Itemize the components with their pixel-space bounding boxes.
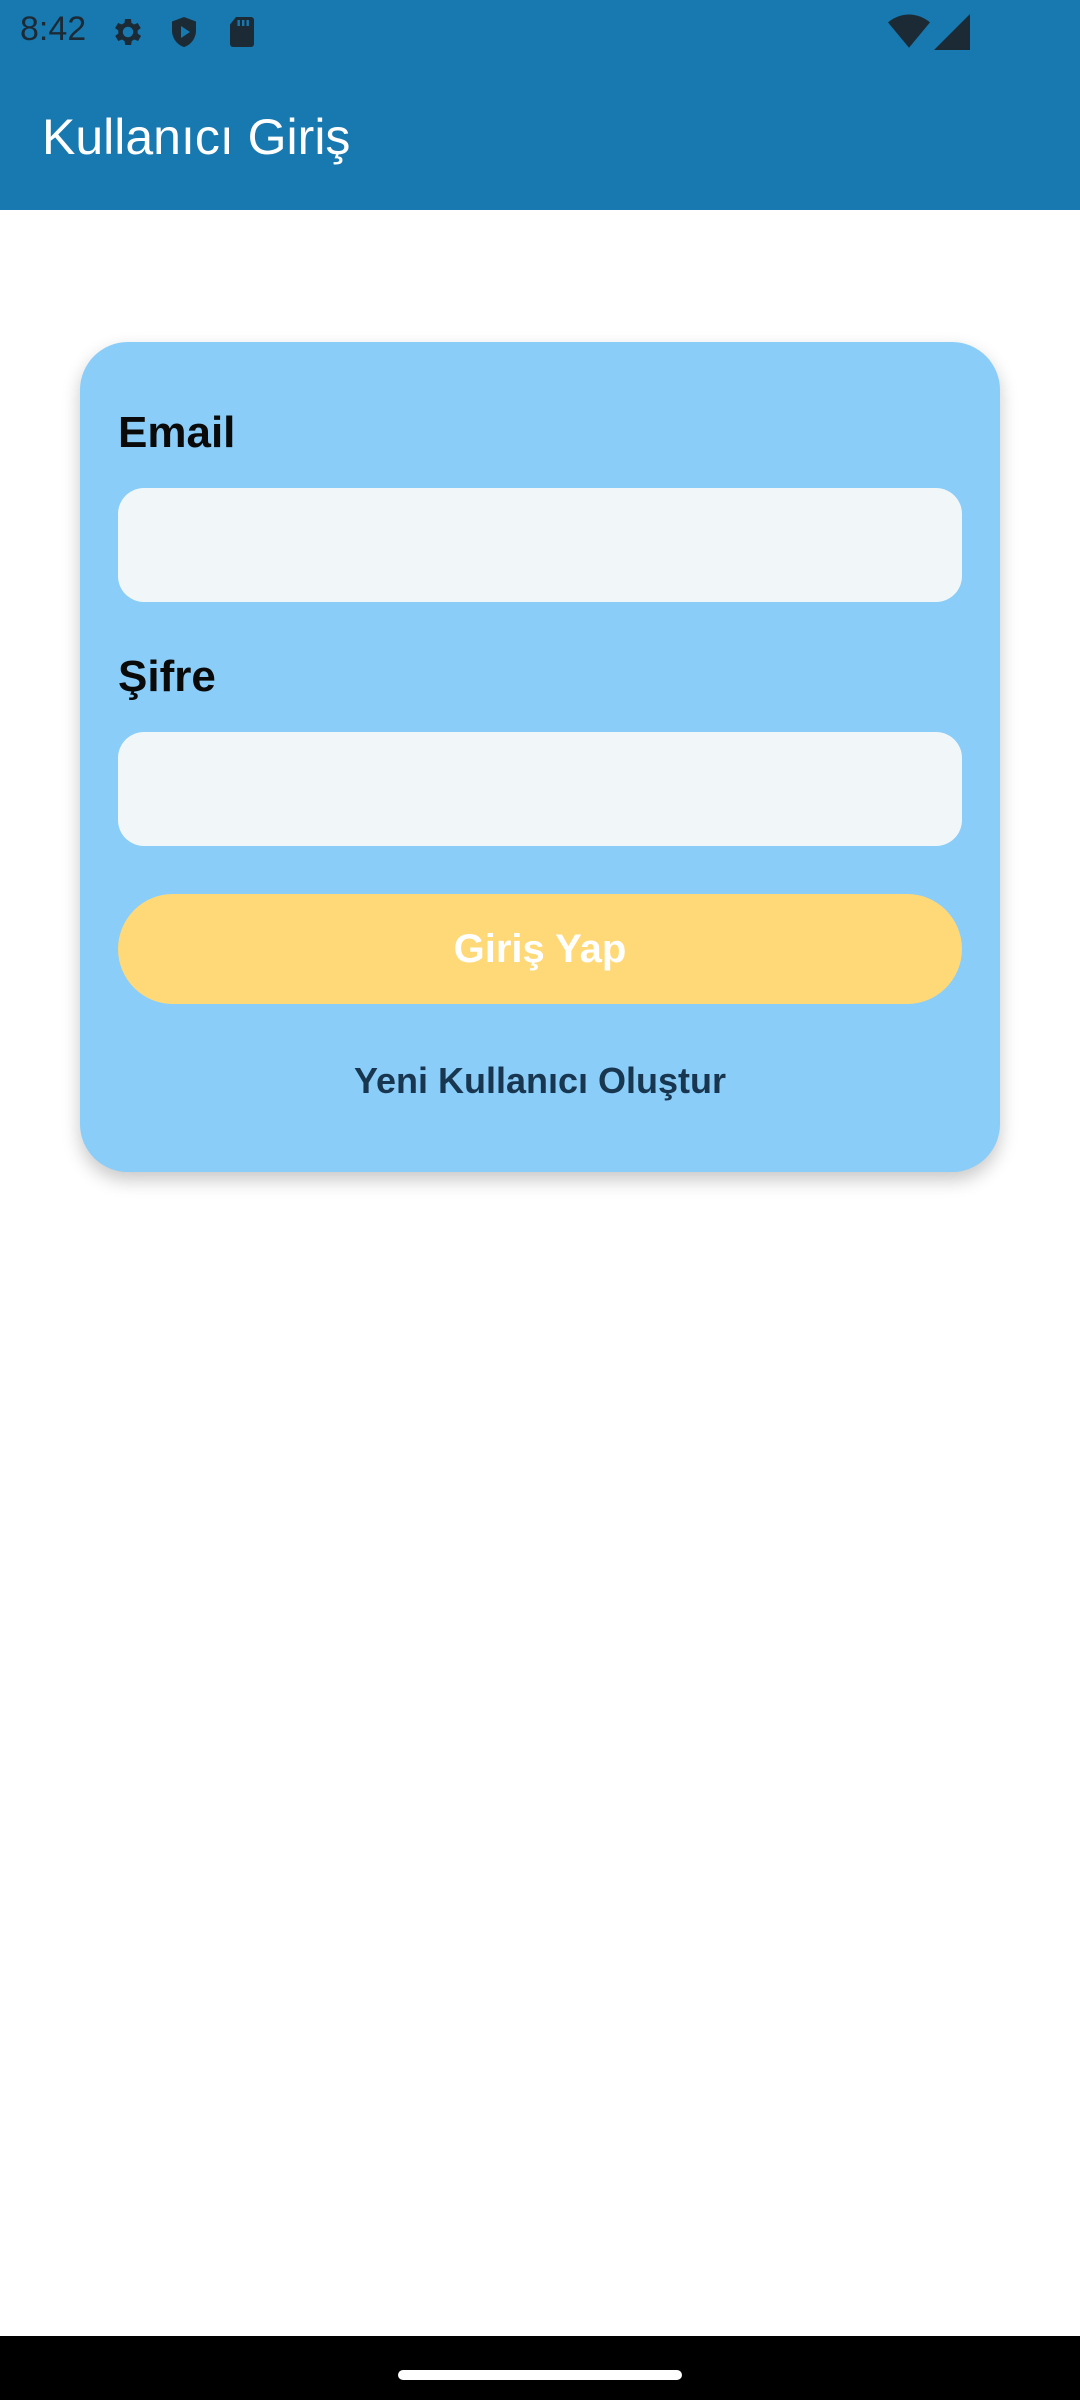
email-label: Email [118,408,236,457]
app-bar: Kullanıcı Giriş [0,64,1080,210]
shield-play-icon [166,14,202,50]
create-user-link[interactable]: Yeni Kullanıcı Oluştur [80,1060,1000,1102]
status-time: 8:42 [20,10,87,48]
password-field[interactable] [118,732,962,846]
gear-icon [110,14,146,50]
login-screen: 8:42 Kullanıcı Giriş Email Şifre Giriş Y… [0,0,1080,2400]
sd-card-icon [224,14,260,50]
system-nav-bar [0,2336,1080,2400]
signal-icon [934,14,970,50]
login-button[interactable]: Giriş Yap [118,894,962,1004]
login-card: Email Şifre Giriş Yap Yeni Kullanıcı Olu… [80,342,1000,1172]
wifi-icon [888,14,930,50]
email-field[interactable] [118,488,962,602]
password-label: Şifre [118,652,216,701]
page-title: Kullanıcı Giriş [42,109,351,165]
status-bar: 8:42 [0,0,1080,64]
home-gesture-handle[interactable] [398,2370,682,2380]
